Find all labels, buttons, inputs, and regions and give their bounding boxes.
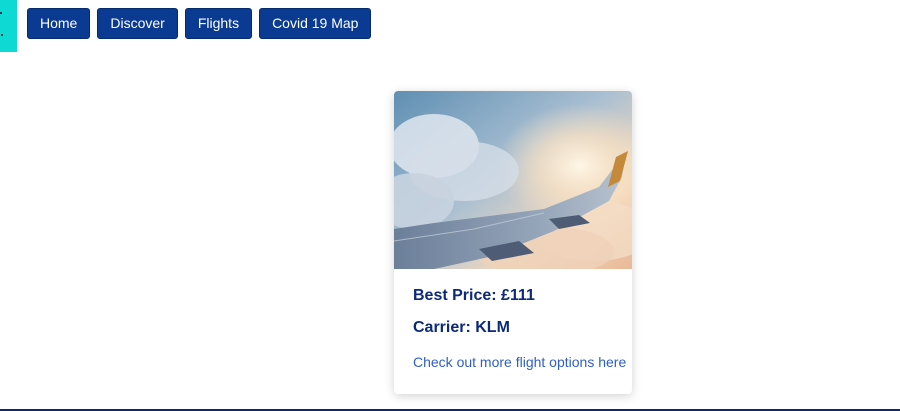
more-flight-options-link[interactable]: Check out more flight options here	[413, 354, 626, 370]
top-navigation: Home Discover Flights Covid 19 Map	[27, 8, 372, 39]
logo-mark-top	[0, 12, 2, 14]
airplane-wing-image	[394, 91, 632, 269]
logo-tab[interactable]	[0, 0, 17, 52]
carrier: Carrier: KLM	[413, 319, 510, 336]
flight-card: Best Price: £111 Carrier: KLM Check out …	[394, 91, 632, 394]
nav-home-button[interactable]: Home	[27, 8, 91, 39]
nav-discover-button[interactable]: Discover	[97, 8, 178, 39]
nav-covid-map-button[interactable]: Covid 19 Map	[259, 8, 372, 39]
nav-flights-button[interactable]: Flights	[184, 8, 253, 39]
card-body: Best Price: £111 Carrier: KLM Check out …	[394, 287, 632, 372]
best-price: Best Price: £111	[413, 287, 535, 304]
logo-mark-bottom	[1, 34, 3, 36]
page: Home Discover Flights Covid 19 Map Best …	[0, 0, 900, 411]
